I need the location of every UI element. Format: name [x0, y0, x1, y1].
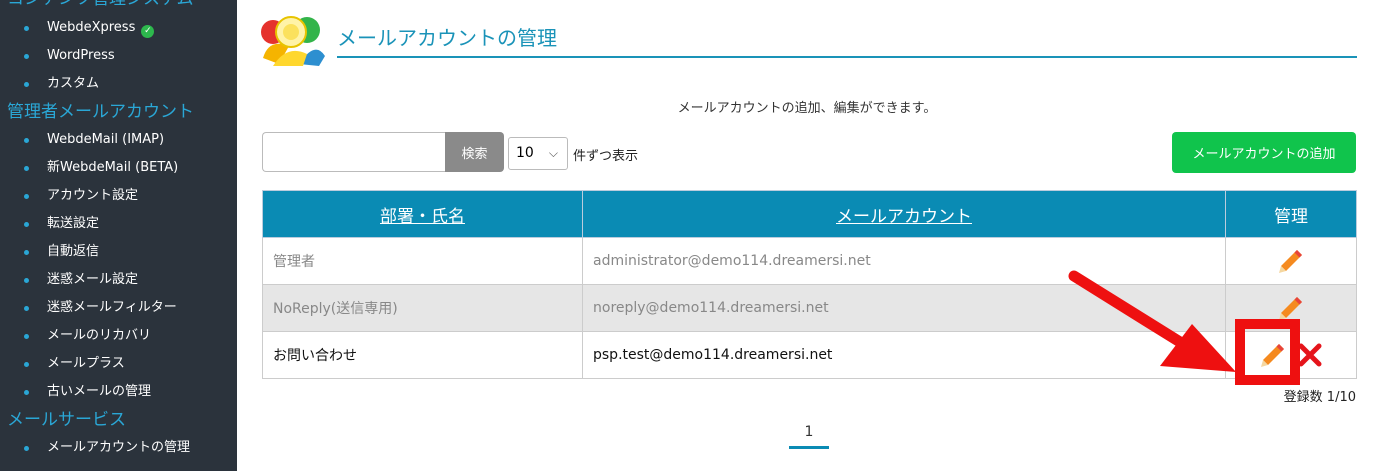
table-row: 管理者 administrator@demo114.dreamersi.net	[262, 237, 1357, 285]
bullet-icon	[24, 446, 29, 451]
row-email: psp.test@demo114.dreamersi.net	[582, 331, 1226, 379]
sidebar-item-account-settings[interactable]: アカウント設定	[0, 182, 237, 210]
pagination-active-indicator	[789, 446, 829, 449]
row-name: お問い合わせ	[262, 331, 583, 379]
sidebar-item-webdexpress[interactable]: WebdeXpress ✓	[0, 14, 237, 42]
bullet-icon	[24, 222, 29, 227]
sidebar-item-label: アカウント設定	[47, 188, 139, 203]
sidebar-item-mail-recovery[interactable]: メールのリカバリ	[0, 322, 237, 350]
sidebar-item-label: 新WebdeMail (BETA)	[47, 160, 179, 175]
row-manage	[1225, 237, 1357, 285]
sidebar-section-cms: コンテンツ管理システム	[0, 0, 237, 14]
add-account-button[interactable]: メールアカウントの追加	[1172, 132, 1356, 173]
bullet-icon	[24, 278, 29, 283]
bullet-icon	[24, 362, 29, 367]
per-page-value: 10	[516, 145, 534, 161]
sidebar-section-mail-service: メールサービス	[7, 410, 126, 430]
main-content: メールアカウントの管理 メールアカウントの追加、編集ができます。 検索 10 ⌵…	[237, 0, 1377, 471]
sidebar-item-label: メールアカウントの管理	[47, 440, 191, 455]
sidebar-item-label: 転送設定	[47, 216, 100, 231]
bullet-icon	[24, 54, 29, 59]
accounts-table: 部署・氏名 メールアカウント 管理 管理者 administrator@demo…	[262, 190, 1357, 379]
people-group-icon	[261, 16, 325, 66]
sidebar-item-custom[interactable]: カスタム	[0, 70, 237, 98]
row-name: NoReply(送信専用)	[262, 284, 583, 332]
bullet-icon	[24, 26, 29, 31]
table-row: NoReply(送信専用) noreply@demo114.dreamersi.…	[262, 284, 1357, 332]
sidebar-item-wordpress[interactable]: WordPress	[0, 42, 237, 70]
sidebar-item-spam-filter[interactable]: 迷惑メールフィルター	[0, 294, 237, 322]
pencil-icon[interactable]	[1259, 341, 1287, 369]
per-page-label: 件ずつ表示	[573, 149, 639, 164]
table-row: お問い合わせ psp.test@demo114.dreamersi.net	[262, 331, 1357, 379]
sidebar-item-auto-reply[interactable]: 自動返信	[0, 238, 237, 266]
page-title: メールアカウントの管理	[337, 26, 557, 50]
sidebar-item-forwarding[interactable]: 転送設定	[0, 210, 237, 238]
bullet-icon	[24, 250, 29, 255]
title-divider	[337, 56, 1357, 58]
bullet-icon	[24, 138, 29, 143]
sidebar-item-spam-settings[interactable]: 迷惑メール設定	[0, 266, 237, 294]
page-subtitle: メールアカウントの追加、編集ができます。	[677, 101, 937, 116]
sidebar-item-webdemail-imap[interactable]: WebdeMail (IMAP)	[0, 126, 237, 154]
row-manage	[1225, 331, 1357, 379]
sidebar-item-label: カスタム	[47, 76, 100, 91]
pagination-page[interactable]: 1	[789, 424, 829, 440]
row-name: 管理者	[262, 237, 583, 285]
bullet-icon	[24, 390, 29, 395]
sidebar-item-label: WordPress	[47, 48, 115, 63]
sidebar-item-label: 自動返信	[47, 244, 100, 259]
sidebar-item-label: WebdeXpress	[47, 20, 136, 35]
sidebar-item-label: メールのリカバリ	[47, 328, 152, 343]
sidebar-item-label: メールプラス	[47, 356, 125, 371]
check-circle-icon: ✓	[141, 25, 155, 38]
sidebar-item-label: WebdeMail (IMAP)	[47, 132, 165, 147]
pencil-icon[interactable]	[1277, 247, 1305, 275]
account-count: 登録数 1/10	[1283, 390, 1356, 405]
sidebar-item-label: 迷惑メール設定	[47, 272, 139, 287]
row-manage	[1225, 284, 1357, 332]
column-header-email[interactable]: メールアカウント	[582, 190, 1226, 238]
close-icon[interactable]	[1296, 341, 1324, 369]
sidebar-section-admin-mail: 管理者メールアカウント	[7, 102, 194, 122]
chevron-down-icon: ⌵	[548, 146, 558, 160]
search-input[interactable]	[262, 132, 446, 172]
bullet-icon	[24, 166, 29, 171]
column-header-manage: 管理	[1225, 190, 1357, 238]
sidebar-item-mail-accounts[interactable]: メールアカウントの管理	[0, 434, 237, 462]
column-header-name[interactable]: 部署・氏名	[262, 190, 583, 238]
row-email: noreply@demo114.dreamersi.net	[582, 284, 1226, 332]
bullet-icon	[24, 306, 29, 311]
row-email: administrator@demo114.dreamersi.net	[582, 237, 1226, 285]
sidebar-item-old-mail[interactable]: 古いメールの管理	[0, 378, 237, 406]
sidebar-item-label: 古いメールの管理	[47, 384, 152, 399]
sidebar: コンテンツ管理システム WebdeXpress✓ WordPress カスタム …	[0, 0, 237, 471]
sidebar-item-new-webdemail[interactable]: 新WebdeMail (BETA)	[0, 154, 237, 182]
per-page-select[interactable]: 10 ⌵	[508, 137, 568, 170]
sidebar-item-label: 迷惑メールフィルター	[47, 300, 177, 315]
table-header-row: 部署・氏名 メールアカウント 管理	[262, 190, 1357, 238]
search-button[interactable]: 検索	[445, 132, 504, 172]
sidebar-item-mail-plus[interactable]: メールプラス	[0, 350, 237, 378]
bullet-icon	[24, 194, 29, 199]
bullet-icon	[24, 82, 29, 87]
bullet-icon	[24, 334, 29, 339]
pencil-icon[interactable]	[1277, 294, 1305, 322]
